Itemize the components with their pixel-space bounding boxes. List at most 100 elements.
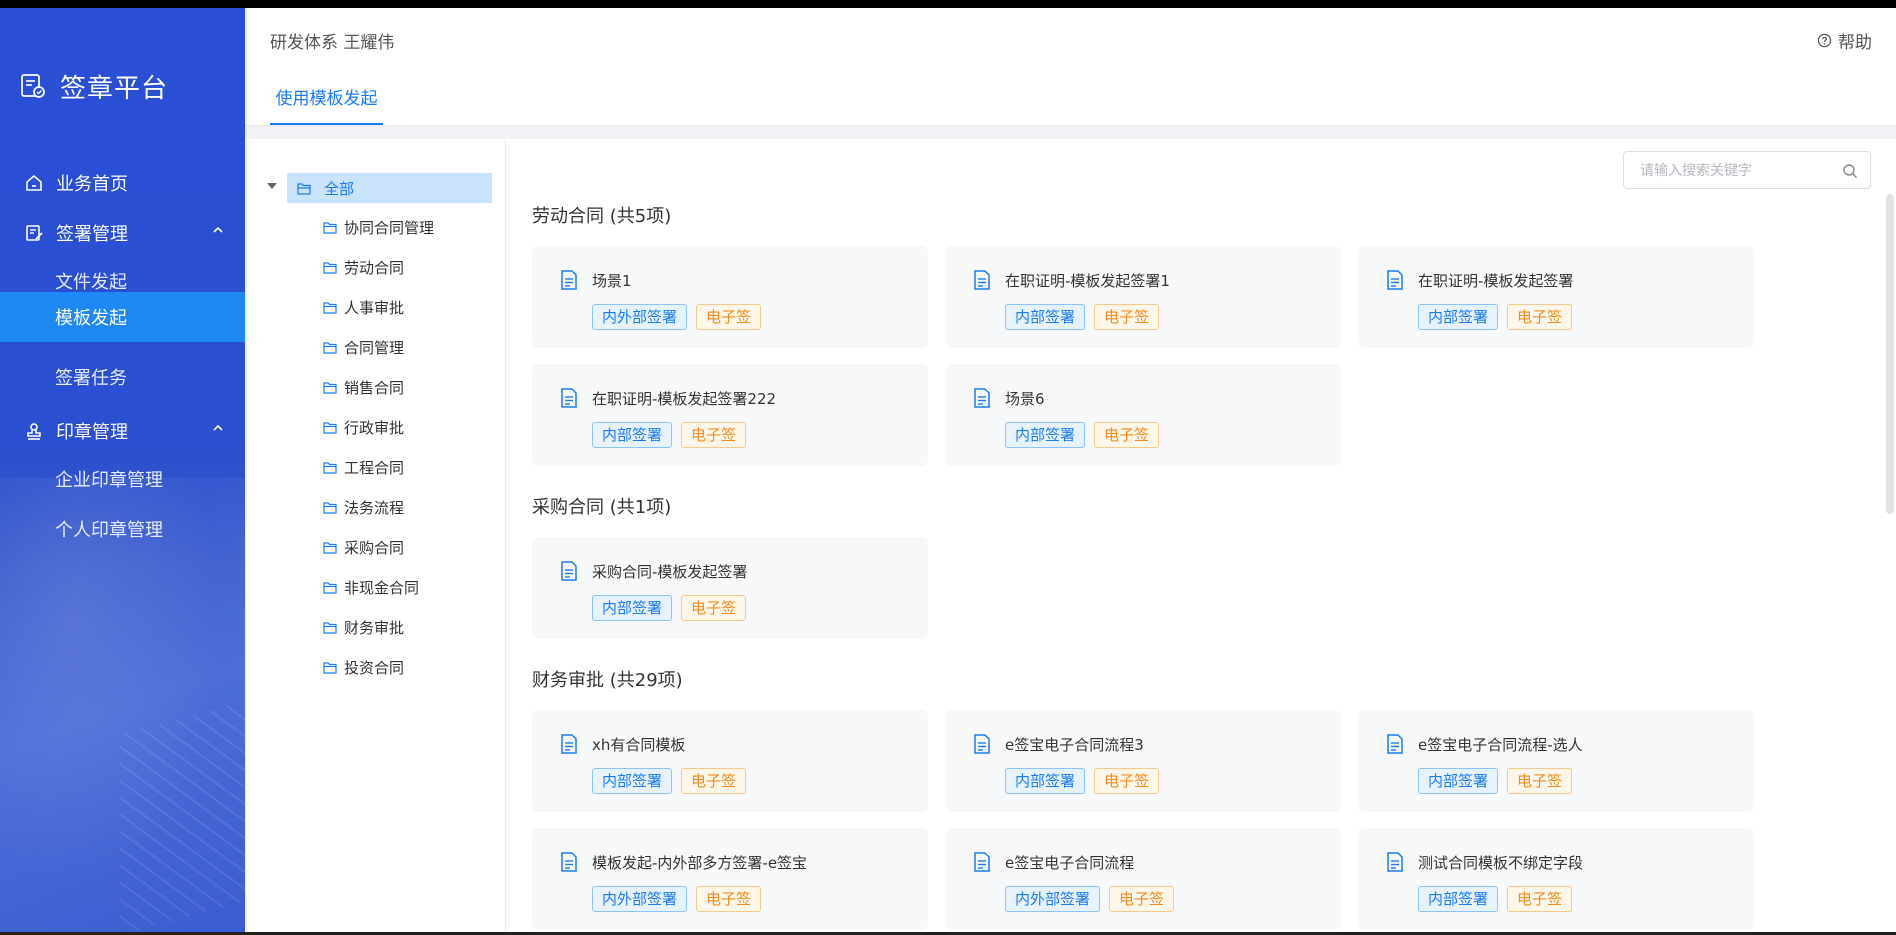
sign-scope-tag: 内部签署 xyxy=(592,595,673,621)
brand-title: 签章平台 xyxy=(60,73,169,104)
scrollbar[interactable] xyxy=(1886,194,1894,514)
tree-node[interactable]: 合同管理 xyxy=(323,334,404,360)
nav-company-seal[interactable]: 企业印章管理 xyxy=(0,454,245,504)
tag-list: 内部签署 电子签 xyxy=(592,768,755,794)
search-input[interactable] xyxy=(1638,160,1842,182)
tree-node-label: 销售合同 xyxy=(344,378,405,397)
tag-list: 内外部签署 电子签 xyxy=(592,304,770,330)
document-icon xyxy=(974,852,990,872)
template-card[interactable]: 模板发起-内外部多方签署-e签宝 内外部签署 电子签 xyxy=(532,828,928,930)
sign-type-tag: 电子签 xyxy=(1094,304,1160,330)
template-title: 测试合同模板不绑定字段 xyxy=(1418,854,1584,872)
nav-file-launch-label: 文件发起 xyxy=(55,272,127,293)
template-card[interactable]: e签宝电子合同流程 内外部签署 电子签 xyxy=(945,828,1341,930)
group-title: 财务审批 (共29项) xyxy=(532,670,683,691)
nav-personal-seal-label: 个人印章管理 xyxy=(55,520,163,541)
nav-seal-management[interactable]: 印章管理 xyxy=(0,406,245,456)
tree-node[interactable]: 法务流程 xyxy=(323,494,404,520)
tree-node[interactable]: 人事审批 xyxy=(323,294,404,320)
sign-scope-tag: 内外部签署 xyxy=(592,304,688,330)
tree-node-label: 非现金合同 xyxy=(344,578,420,597)
template-card[interactable]: e签宝电子合同流程3 内部签署 电子签 xyxy=(945,710,1341,812)
nav-sign-management[interactable]: 签署管理 xyxy=(0,208,245,258)
tree-node[interactable]: 财务审批 xyxy=(323,614,404,640)
folder-icon xyxy=(323,261,337,274)
folder-icon xyxy=(323,301,337,314)
nav-home[interactable]: 业务首页 xyxy=(0,158,245,208)
template-card[interactable]: xh有合同模板 内部签署 电子签 xyxy=(532,710,928,812)
document-icon xyxy=(1387,734,1403,754)
template-card[interactable]: e签宝电子合同流程-选人 内部签署 电子签 xyxy=(1358,710,1754,812)
tag-list: 内部签署 电子签 xyxy=(1005,304,1168,330)
nav-seal-management-label: 印章管理 xyxy=(56,422,128,443)
template-card[interactable]: 采购合同-模板发起签署 内部签署 电子签 xyxy=(532,537,928,639)
tree-node[interactable]: 非现金合同 xyxy=(323,574,419,600)
tab-use-template[interactable]: 使用模板发起 xyxy=(270,73,383,125)
tree-node[interactable]: 投资合同 xyxy=(323,654,404,680)
tag-list: 内外部签署 电子签 xyxy=(1005,886,1183,912)
tree-node[interactable]: 采购合同 xyxy=(323,534,404,560)
sign-type-tag: 电子签 xyxy=(1507,768,1573,794)
sign-edit-icon xyxy=(26,225,43,241)
tree-node-label: 投资合同 xyxy=(344,658,405,677)
document-icon xyxy=(561,561,577,581)
folder-icon xyxy=(323,381,337,394)
tree-node[interactable]: 协同合同管理 xyxy=(323,214,434,240)
template-title: e签宝电子合同流程3 xyxy=(1005,736,1144,754)
template-title: 在职证明-模板发起签署 xyxy=(1418,272,1574,290)
category-tree: 全部 协同合同管理 劳动合同 人事审批 合同管理 销售合同 行政审批 工程合同 … xyxy=(245,139,506,932)
template-card[interactable]: 在职证明-模板发起签署1 内部签署 电子签 xyxy=(945,246,1341,348)
tree-node-label: 行政审批 xyxy=(344,418,405,437)
tree-node-label: 采购合同 xyxy=(344,538,405,557)
sidebar: 签章平台 业务首页 签署管理 文件发起 模板发起 签署任务 印章管理 企业印章管… xyxy=(0,8,245,932)
template-card[interactable]: 测试合同模板不绑定字段 内部签署 电子签 xyxy=(1358,828,1754,930)
nav-template-launch-label: 模板发起 xyxy=(55,308,127,329)
document-icon xyxy=(1387,852,1403,872)
template-card[interactable]: 场景1 内外部签署 电子签 xyxy=(532,246,928,348)
sign-type-tag: 电子签 xyxy=(681,768,747,794)
tree-node-label: 财务审批 xyxy=(344,618,405,637)
template-title: 模板发起-内外部多方签署-e签宝 xyxy=(592,854,808,872)
chevron-up-icon xyxy=(213,226,223,233)
tree-node[interactable]: 销售合同 xyxy=(323,374,404,400)
folder-open-icon xyxy=(297,182,311,195)
document-icon xyxy=(974,270,990,290)
template-title: xh有合同模板 xyxy=(592,736,686,754)
tree-node-all[interactable]: 全部 xyxy=(287,173,492,203)
sign-type-tag: 电子签 xyxy=(696,304,762,330)
brand: 签章平台 xyxy=(20,64,168,108)
caret-down-icon[interactable] xyxy=(267,183,277,189)
sign-scope-tag: 内部签署 xyxy=(1418,304,1499,330)
sign-type-tag: 电子签 xyxy=(681,595,747,621)
folder-icon xyxy=(323,541,337,554)
group-title: 采购合同 (共1项) xyxy=(532,497,672,518)
nav-personal-seal[interactable]: 个人印章管理 xyxy=(0,504,245,554)
tag-list: 内部签署 电子签 xyxy=(1418,768,1581,794)
template-title: 场景1 xyxy=(592,272,632,290)
sign-scope-tag: 内部签署 xyxy=(1005,422,1086,448)
current-user: 研发体系 王耀伟 xyxy=(270,33,395,53)
seal-platform-logo-icon xyxy=(21,74,45,98)
template-title: 在职证明-模板发起签署1 xyxy=(1005,272,1170,290)
tree-node[interactable]: 劳动合同 xyxy=(323,254,404,280)
template-card[interactable]: 在职证明-模板发起签署222 内部签署 电子签 xyxy=(532,364,928,466)
template-title: e签宝电子合同流程 xyxy=(1005,854,1135,872)
template-card[interactable]: 在职证明-模板发起签署 内部签署 电子签 xyxy=(1358,246,1754,348)
tree-node[interactable]: 行政审批 xyxy=(323,414,404,440)
folder-icon xyxy=(323,221,337,234)
nav-template-launch[interactable]: 模板发起 xyxy=(0,292,245,342)
tag-list: 内部签署 电子签 xyxy=(1418,886,1581,912)
home-icon xyxy=(26,174,42,191)
sign-scope-tag: 内部签署 xyxy=(1005,304,1086,330)
nav-sign-management-label: 签署管理 xyxy=(56,224,128,245)
search-box[interactable] xyxy=(1623,151,1871,189)
nav-sign-tasks[interactable]: 签署任务 xyxy=(0,352,245,402)
folder-icon xyxy=(323,621,337,634)
sign-type-tag: 电子签 xyxy=(1109,886,1175,912)
search-icon[interactable] xyxy=(1842,163,1858,179)
tree-node-label: 合同管理 xyxy=(344,338,405,357)
folder-icon xyxy=(323,461,337,474)
tree-node[interactable]: 工程合同 xyxy=(323,454,404,480)
template-card[interactable]: 场景6 内部签署 电子签 xyxy=(945,364,1341,466)
help-link[interactable]: 帮助 xyxy=(1817,28,1872,53)
